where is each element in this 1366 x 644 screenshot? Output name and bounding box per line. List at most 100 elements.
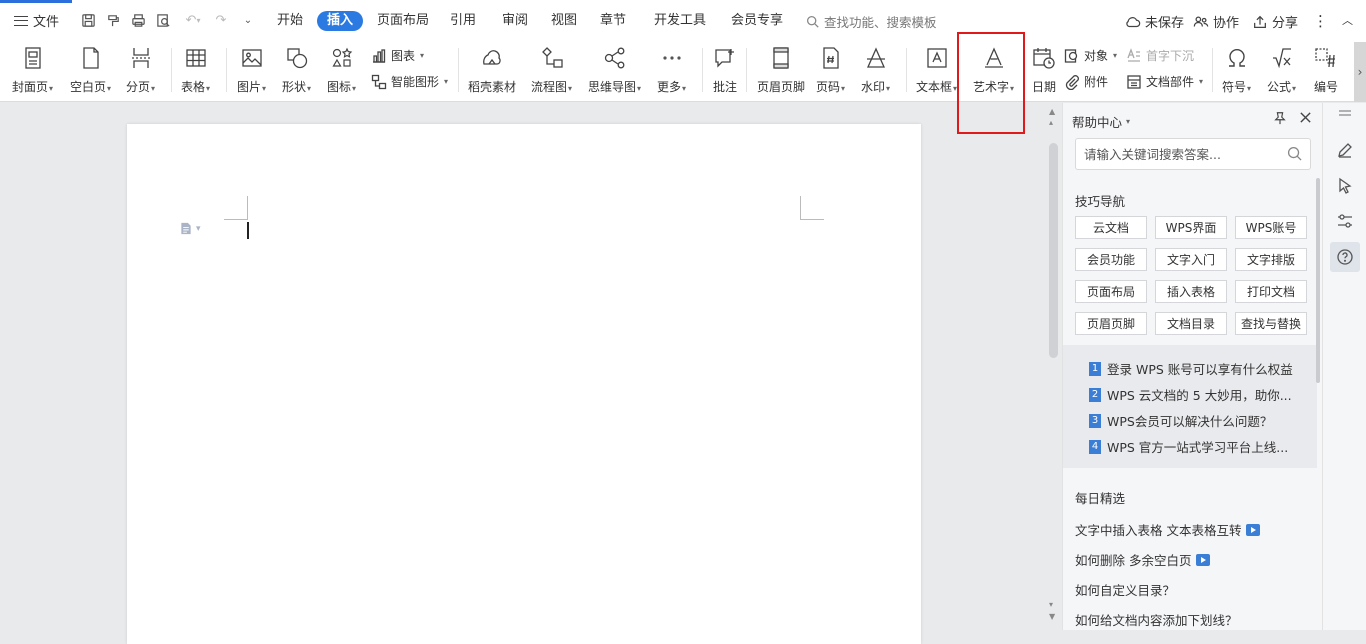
help-search-input[interactable] [1084,145,1279,163]
tip-button[interactable]: 文字排版 [1235,248,1307,271]
pin-icon[interactable] [1273,111,1287,129]
scroll-up-icon[interactable]: ▲ [1049,107,1055,116]
faq-item[interactable]: 4 WPS 官方一站式学习平台上线... [1089,437,1288,456]
page-number-label: 页码 [816,80,841,94]
numbering-button[interactable]: 编号 [1312,44,1340,95]
tip-button[interactable]: 页面布局 [1075,280,1147,303]
smartart-button[interactable]: 智能图形 ▾ [371,73,448,90]
date-button[interactable]: 日期 [1030,44,1058,95]
tab-member[interactable]: 会员专享 [731,11,783,31]
save-icon[interactable] [80,12,96,28]
page-break-button[interactable]: 分页▾ [126,44,155,95]
chart-button[interactable]: 图表 ▾ [371,47,424,64]
page-number-button[interactable]: 页码▾ [816,44,845,95]
cover-page-button[interactable]: 封面页▾ [12,44,53,95]
tab-references[interactable]: 引用 [450,11,476,31]
dropcap-icon [1127,47,1140,62]
tip-button[interactable]: 页眉页脚 [1075,312,1147,335]
tip-button[interactable]: 文档目录 [1155,312,1227,335]
doc-parts-button[interactable]: 文档部件 ▾ [1126,73,1203,90]
tab-insert[interactable]: 插入 [317,11,364,31]
symbol-button[interactable]: 符号▾ [1222,44,1251,95]
dropcap-button[interactable]: 首字下沉 [1126,47,1194,64]
tab-page-layout[interactable]: 页面布局 [377,11,429,31]
settings-sliders-icon[interactable] [1330,206,1360,236]
faq-item[interactable]: 1 登录 WPS 账号可以享有什么权益 [1089,359,1293,378]
faq-item[interactable]: 2 WPS 云文档的 5 大妙用，助你... [1089,385,1292,404]
scroll-down-icon[interactable]: ▾ [1049,600,1053,609]
ribbon-scroll-right-button[interactable]: › [1354,42,1366,102]
daily-item[interactable]: 如何自定义目录？ [1075,580,1175,599]
format-painter-icon[interactable] [105,12,121,28]
print-icon[interactable] [130,12,146,28]
header-footer-button[interactable]: 页眉页脚 [757,44,805,95]
mindmap-icon [604,47,624,69]
tip-button[interactable]: 会员功能 [1075,248,1147,271]
document-page[interactable]: ▾ [127,124,921,644]
formula-button[interactable]: 公式▾ [1267,44,1296,95]
attachment-button[interactable]: 附件 [1064,73,1108,90]
help-panel-scrollbar[interactable] [1316,178,1320,383]
tip-button[interactable]: WPS界面 [1155,216,1227,239]
tips-nav-title: 技巧导航 [1075,194,1126,209]
more-options-icon[interactable]: ⋮ [1313,12,1328,30]
daily-item[interactable]: 文字中插入表格 文本表格互转 [1075,520,1261,539]
shape-button[interactable]: 形状▾ [282,44,311,95]
unsaved-button[interactable]: 未保存 [1125,12,1184,31]
object-button[interactable]: 对象 ▾ [1064,47,1117,64]
more-button[interactable]: 更多▾ [657,44,686,95]
daily-item[interactable]: 如何给文档内容添加下划线？ [1075,610,1238,629]
watermark-button[interactable]: 水印▾ [861,44,890,95]
help-search-box[interactable] [1075,138,1311,170]
edit-pen-icon[interactable] [1330,135,1360,165]
paragraph-handle[interactable]: ▾ [180,222,201,235]
document-vertical-scrollbar[interactable]: ▲ ▴ ▾ ▼ [1046,103,1062,630]
faq-item[interactable]: 3 WPS会员可以解决什么问题？ [1089,411,1272,430]
faq-number: 2 [1089,387,1101,402]
table-button[interactable]: 表格▾ [181,44,210,95]
faq-text: WPS 官方一站式学习平台上线... [1107,440,1289,455]
tip-button[interactable]: 插入表格 [1155,280,1227,303]
scroll-down-icon[interactable]: ▼ [1049,612,1055,621]
tab-developer[interactable]: 开发工具 [654,11,706,31]
search-icon[interactable] [1287,146,1302,164]
blank-page-button[interactable]: 空白页▾ [70,44,111,95]
icon-library-button[interactable]: 图标▾ [327,44,356,95]
tip-button[interactable]: WPS账号 [1235,216,1307,239]
customize-toolbar-icon[interactable]: ⌄ [240,12,256,28]
tab-home[interactable]: 开始 [277,11,303,31]
sidebar-collapse-icon[interactable] [1330,105,1360,121]
tab-chapter[interactable]: 章节 [600,11,626,31]
comment-button[interactable]: 批注 [711,44,739,95]
share-button[interactable]: 分享 [1252,12,1298,31]
help-center-title-button[interactable]: 帮助中心 ▾ [1072,112,1130,131]
tip-button[interactable]: 打印文档 [1235,280,1307,303]
undo-icon[interactable]: ↶ ▾ [182,12,204,28]
select-cursor-icon[interactable] [1330,171,1360,201]
wordart-button[interactable]: 艺术字▾ [973,44,1014,95]
command-search[interactable]: 查找功能、搜索模板 [806,12,937,31]
tab-review[interactable]: 审阅 [502,11,528,31]
daily-item[interactable]: 如何删除 多余空白页 [1075,550,1211,569]
picture-button[interactable]: 图片▾ [237,44,266,95]
hamburger-icon [14,15,28,26]
document-area[interactable]: ▾ [0,103,1046,644]
flowchart-button[interactable]: 流程图▾ [531,44,572,95]
scroll-up-icon[interactable]: ▴ [1049,118,1053,127]
tip-button[interactable]: 文字入门 [1155,248,1227,271]
tip-button[interactable]: 查找与替换 [1235,312,1307,335]
help-question-icon[interactable] [1330,242,1360,272]
collapse-ribbon-icon[interactable]: ︿ [1342,12,1353,28]
tab-view[interactable]: 视图 [551,11,577,31]
close-icon[interactable] [1299,111,1312,129]
tip-button[interactable]: 云文档 [1075,216,1147,239]
scrollbar-thumb[interactable] [1049,143,1058,358]
file-menu-button[interactable]: 文件 [14,11,59,30]
mindmap-button[interactable]: 思维导图▾ [588,44,641,95]
print-preview-icon[interactable] [155,12,171,28]
blank-page-icon [82,47,99,69]
redo-icon[interactable]: ↷ [213,12,229,28]
docer-material-button[interactable]: 稻壳素材 [468,44,516,95]
collaborate-button[interactable]: 协作 [1193,12,1239,31]
textbox-button[interactable]: 文本框▾ [916,44,957,95]
